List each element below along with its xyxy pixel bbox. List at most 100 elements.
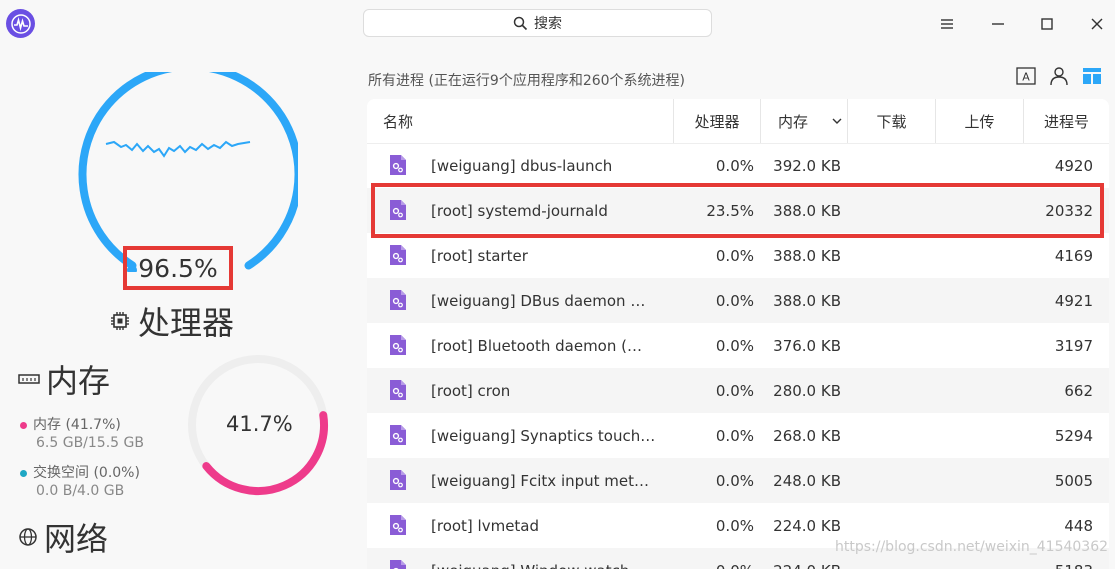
process-memory: 388.0 KB <box>760 278 841 323</box>
legend-item-memory: 内存 (41.7%) <box>20 414 144 434</box>
process-upload <box>935 458 1017 503</box>
process-download <box>847 323 929 368</box>
swap-dot <box>20 470 27 477</box>
watermark: https://blog.csdn.net/weixin_41540362 <box>835 539 1108 555</box>
process-memory: 224.0 KB <box>760 548 841 569</box>
column-cpu[interactable]: 处理器 <box>673 99 760 143</box>
column-name[interactable]: 名称 <box>383 99 673 143</box>
process-memory: 376.0 KB <box>760 323 841 368</box>
all-processes-icon <box>1082 67 1102 85</box>
user-view-button[interactable] <box>1046 64 1072 88</box>
process-cpu: 0.0% <box>673 323 754 368</box>
process-gear-icon <box>387 289 409 311</box>
cpu-label: 处理器 <box>138 298 234 344</box>
table-row[interactable]: [root] cron0.0%280.0 KB662 <box>367 368 1109 413</box>
table-header: 名称 处理器 内存 下载 上传 进程号 <box>367 99 1109 144</box>
process-cpu: 0.0% <box>673 278 754 323</box>
process-gear-icon <box>387 244 409 266</box>
legend-swap-value: 0.0 B/4.0 GB <box>36 483 144 499</box>
process-memory: 248.0 KB <box>760 458 841 503</box>
process-upload <box>935 188 1017 233</box>
column-upload[interactable]: 上传 <box>935 99 1023 143</box>
process-cpu: 23.5% <box>673 188 754 233</box>
process-cpu: 0.0% <box>673 233 754 278</box>
column-pid[interactable]: 进程号 <box>1023 99 1109 143</box>
process-name: [root] lvmetad <box>431 503 671 548</box>
maximize-icon <box>1040 17 1054 31</box>
process-download <box>847 143 929 188</box>
search-input[interactable]: 搜索 <box>363 9 712 37</box>
user-view-icon <box>1049 66 1069 86</box>
process-memory: 388.0 KB <box>760 188 841 233</box>
process-pid: 20332 <box>1023 188 1093 233</box>
menu-icon <box>940 18 954 30</box>
process-cpu: 0.0% <box>673 548 754 569</box>
process-name: [weiguang] Fcitx input met… <box>431 458 671 503</box>
process-gear-icon <box>387 379 409 401</box>
table-row[interactable]: [root] starter0.0%388.0 KB4169 <box>367 233 1109 278</box>
legend-swap-label: 交换空间 (0.0%) <box>33 465 140 481</box>
maximize-button[interactable] <box>1035 12 1059 36</box>
table-row[interactable]: [root] systemd-journald23.5%388.0 KB2033… <box>367 188 1109 233</box>
cpu-gauge <box>66 72 298 272</box>
process-memory: 224.0 KB <box>760 503 841 548</box>
sort-chevron-down-icon <box>832 117 842 125</box>
process-cpu: 0.0% <box>673 503 754 548</box>
memory-icon <box>18 372 40 386</box>
process-name: [root] Bluetooth daemon (… <box>431 323 671 368</box>
minimize-button[interactable] <box>986 12 1010 36</box>
memory-percent: 41.7% <box>226 412 293 436</box>
memory-title: 内存 <box>18 356 110 402</box>
network-title: 网络 <box>18 514 108 560</box>
menu-button[interactable] <box>935 12 959 36</box>
process-upload <box>935 368 1017 413</box>
column-download[interactable]: 下载 <box>847 99 935 143</box>
table-row[interactable]: [root] Bluetooth daemon (…0.0%376.0 KB31… <box>367 323 1109 368</box>
close-icon <box>1090 17 1104 31</box>
search-icon <box>513 16 528 31</box>
process-memory: 268.0 KB <box>760 413 841 458</box>
column-memory[interactable]: 内存 <box>760 99 847 143</box>
search-placeholder: 搜索 <box>534 13 562 33</box>
table-row[interactable]: [weiguang] Synaptics touch…0.0%268.0 KB 5… <box>367 413 1109 458</box>
table-row[interactable]: [weiguang] dbus-launch0.0%392.0 KB4920 <box>367 143 1109 188</box>
app-view-icon: A <box>1016 67 1036 85</box>
app-view-button[interactable]: A <box>1013 64 1039 88</box>
process-gear-icon <box>387 154 409 176</box>
process-name: [weiguang] Window watch… <box>431 548 671 569</box>
memory-legend: 内存 (41.7%) 6.5 GB/15.5 GB 交换空间 (0.0%) 0.… <box>20 414 144 499</box>
process-cpu: 0.0% <box>673 413 754 458</box>
process-cpu: 0.0% <box>673 143 754 188</box>
table-row[interactable]: [weiguang] DBus daemon …0.0%388.0 KB4921 <box>367 278 1109 323</box>
process-table: 名称 处理器 内存 下载 上传 进程号 [weiguang] dbus-laun… <box>367 99 1109 569</box>
all-processes-button[interactable] <box>1079 64 1105 88</box>
svg-text:A: A <box>1022 71 1030 84</box>
cpu-chip-icon <box>110 311 130 331</box>
globe-icon <box>18 527 38 547</box>
process-pid: 5294 <box>1023 413 1093 458</box>
minimize-icon <box>991 18 1005 30</box>
process-pid: 5005 <box>1023 458 1093 503</box>
process-gear-icon <box>387 334 409 356</box>
process-memory: 280.0 KB <box>760 368 841 413</box>
process-gear-icon <box>387 424 409 446</box>
process-upload <box>935 323 1017 368</box>
process-gear-icon <box>387 514 409 536</box>
process-upload <box>935 413 1017 458</box>
memory-label: 内存 <box>46 356 110 402</box>
process-pid: 662 <box>1023 368 1093 413</box>
process-name: [weiguang] dbus-launch <box>431 143 671 188</box>
table-row[interactable]: [weiguang] Fcitx input met…0.0%248.0 KB5… <box>367 458 1109 503</box>
legend-item-swap: 交换空间 (0.0%) <box>20 462 144 482</box>
process-name: [weiguang] Synaptics touch… <box>431 413 671 458</box>
app-logo <box>6 9 35 38</box>
process-name: [root] starter <box>431 233 671 278</box>
process-download <box>847 368 929 413</box>
process-pid: 4920 <box>1023 143 1093 188</box>
memory-dot <box>20 422 27 429</box>
process-memory: 388.0 KB <box>760 233 841 278</box>
cpu-percent: 96.5% <box>123 246 233 290</box>
legend-memory-label: 内存 (41.7%) <box>33 417 121 433</box>
close-button[interactable] <box>1085 12 1109 36</box>
cpu-title: 处理器 <box>110 298 234 344</box>
